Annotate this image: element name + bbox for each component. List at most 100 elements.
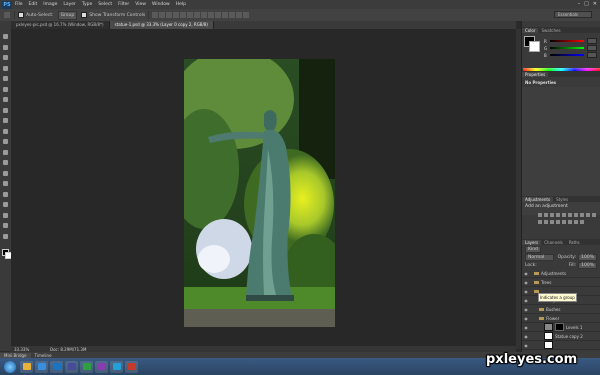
menu-item-type[interactable]: Type [82, 2, 92, 7]
auto-select-target-dropdown[interactable]: Group [57, 10, 78, 20]
workspace-switcher[interactable]: Essentials [554, 11, 592, 18]
background-color-swatch[interactable] [529, 41, 540, 52]
layer-row[interactable]: ◉ Trees [522, 278, 600, 287]
start-button[interactable] [4, 360, 16, 373]
taskbar-app-icon[interactable] [95, 360, 108, 373]
menu-item-view[interactable]: View [135, 2, 146, 7]
visibility-eye-icon[interactable]: ◉ [524, 307, 528, 312]
adjustment-icon[interactable] [544, 213, 548, 217]
layer-row[interactable]: ◉ Statue copy 2 [522, 332, 600, 341]
visibility-eye-icon[interactable]: ◉ [524, 325, 528, 330]
tab-mini-bridge[interactable]: Mini Bridge [0, 352, 31, 358]
menu-item-window[interactable]: Window [152, 2, 170, 7]
layer-kind-filter[interactable]: Kind [525, 245, 541, 253]
visibility-eye-icon[interactable]: ◉ [524, 316, 528, 321]
align-option-icon[interactable] [187, 12, 194, 18]
taskbar-app-icon[interactable] [20, 360, 33, 373]
fill-field[interactable]: 100% [578, 261, 597, 269]
adjustment-icon[interactable] [556, 213, 560, 217]
eyedropper-tool-icon[interactable] [2, 86, 9, 93]
menu-item-edit[interactable]: Edit [29, 2, 38, 7]
blur-tool-icon[interactable] [2, 159, 9, 166]
transform-controls-checkbox[interactable] [81, 12, 88, 18]
move-tool-icon[interactable] [2, 33, 9, 40]
adjustment-icon[interactable] [586, 213, 590, 217]
align-option-icon[interactable] [173, 12, 180, 18]
adjustment-icon[interactable] [580, 220, 584, 224]
statue-photo[interactable] [184, 59, 335, 327]
menu-item-select[interactable]: Select [98, 2, 112, 7]
taskbar-app-icon[interactable] [65, 360, 78, 373]
auto-select-checkbox[interactable] [18, 12, 24, 18]
channel-slider[interactable] [550, 47, 585, 49]
taskbar-app-icon[interactable] [80, 360, 93, 373]
layer-row[interactable]: ◉ Adjustments [522, 269, 600, 278]
tab-timeline[interactable]: Timeline [31, 353, 56, 358]
align-option-icon[interactable] [159, 12, 166, 18]
adjustment-icon[interactable] [574, 220, 578, 224]
quick-select-tool-icon[interactable] [2, 65, 9, 72]
visibility-eye-icon[interactable]: ◉ [524, 298, 528, 303]
path-select-tool-icon[interactable] [2, 201, 9, 208]
gradient-tool-icon[interactable] [2, 149, 9, 156]
visibility-eye-icon[interactable]: ◉ [524, 343, 528, 348]
channel-value-field[interactable] [587, 45, 598, 51]
visibility-eye-icon[interactable]: ◉ [524, 334, 528, 339]
adjustment-icon[interactable] [538, 220, 542, 224]
visibility-eye-icon[interactable]: ◉ [524, 280, 528, 285]
align-option-icon[interactable] [208, 12, 215, 18]
menu-item-layer[interactable]: Layer [63, 2, 76, 7]
channel-slider[interactable] [549, 54, 584, 56]
adjustment-icon[interactable] [592, 213, 596, 217]
layer-row[interactable]: ◉ Levels 1 [522, 323, 600, 332]
adjustment-icon[interactable] [574, 213, 578, 217]
taskbar-app-icon[interactable] [50, 360, 63, 373]
visibility-eye-icon[interactable]: ◉ [524, 289, 528, 294]
opacity-field[interactable]: 100% [578, 253, 597, 261]
align-option-icon[interactable] [194, 12, 201, 18]
shape-tool-icon[interactable] [2, 212, 9, 219]
layer-row[interactable]: ◉ Flower [522, 314, 600, 323]
menu-item-filter[interactable]: Filter [118, 2, 129, 7]
align-option-icon[interactable] [243, 12, 250, 18]
taskbar-app-icon[interactable] [125, 360, 138, 373]
menu-item-help[interactable]: Help [176, 2, 186, 7]
type-tool-icon[interactable] [2, 191, 9, 198]
visibility-eye-icon[interactable]: ◉ [524, 271, 528, 276]
layer-row[interactable]: ◉ [522, 341, 600, 350]
taskbar-app-icon[interactable] [35, 360, 48, 373]
channel-value-field[interactable] [586, 52, 597, 58]
tab-layers[interactable]: Layers [522, 239, 542, 245]
align-option-icon[interactable] [229, 12, 236, 18]
adjustment-icon[interactable] [550, 213, 554, 217]
tab-paths[interactable]: Paths [566, 240, 583, 245]
zoom-field[interactable]: 33.33% [11, 347, 32, 352]
layer-row[interactable]: ◉ Bushes [522, 305, 600, 314]
menu-item-image[interactable]: Image [43, 2, 57, 7]
adjustment-icon[interactable] [562, 220, 566, 224]
tab-properties[interactable]: Properties [522, 71, 549, 77]
document-tab[interactable]: statue-1.psd @ 33.3% (Layer 0 copy 2, RG… [109, 21, 214, 29]
align-option-icon[interactable] [166, 12, 173, 18]
align-option-icon[interactable] [236, 12, 243, 18]
lasso-tool-icon[interactable] [2, 54, 9, 61]
adjustment-icon[interactable] [550, 220, 554, 224]
clone-stamp-tool-icon[interactable] [2, 117, 9, 124]
move-tool-icon[interactable] [4, 12, 10, 18]
dodge-tool-icon[interactable] [2, 170, 9, 177]
pen-tool-icon[interactable] [2, 180, 9, 187]
close-icon[interactable]: ✕ [593, 1, 597, 7]
tab-swatches[interactable]: Swatches [538, 28, 563, 33]
maximize-icon[interactable]: □ [584, 1, 589, 7]
tab-adjustments[interactable]: Adjustments [522, 196, 554, 202]
crop-tool-icon[interactable] [2, 75, 9, 82]
adjustment-icon[interactable] [538, 213, 542, 217]
channel-slider[interactable] [549, 40, 584, 42]
tab-styles[interactable]: Styles [553, 197, 571, 202]
align-option-icon[interactable] [180, 12, 187, 18]
blend-mode-dropdown[interactable]: Normal [525, 253, 554, 261]
hand-tool-icon[interactable] [2, 222, 9, 229]
adjustment-icon[interactable] [562, 213, 566, 217]
zoom-tool-icon[interactable] [2, 233, 9, 240]
brush-tool-icon[interactable] [2, 107, 9, 114]
